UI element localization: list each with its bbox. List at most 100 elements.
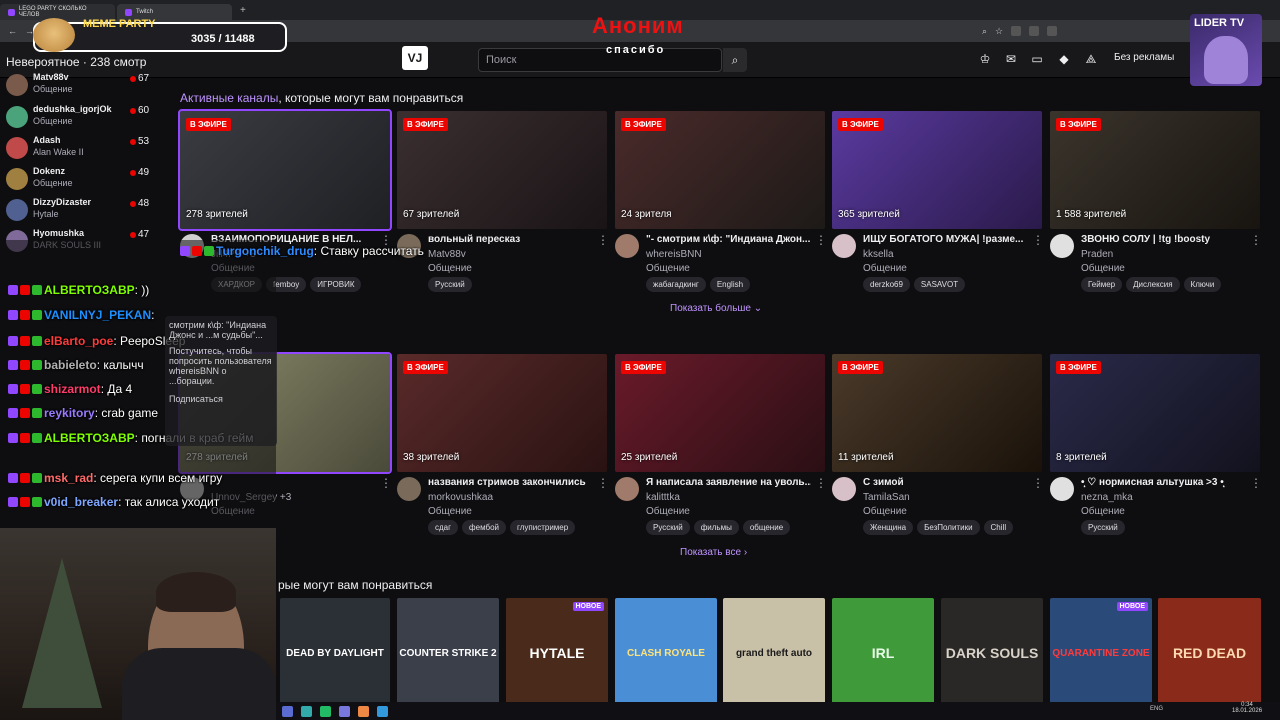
category-name[interactable]: Общение [428, 263, 472, 274]
category-card[interactable]: DARK SOULS [941, 598, 1043, 708]
more-options-icon[interactable]: ⋮ [1250, 476, 1262, 490]
tag-chip[interactable]: Дислексия [1126, 277, 1180, 292]
channel-name[interactable]: kalitttka [646, 492, 680, 503]
tag-chip[interactable]: фильмы [693, 520, 739, 535]
more-options-icon[interactable]: ⋮ [597, 476, 609, 490]
explorer-icon[interactable] [301, 705, 312, 717]
tag-chip[interactable]: фембой [462, 520, 506, 535]
more-options-icon[interactable]: ⋮ [815, 233, 827, 247]
bits-icon[interactable]: ◆ [1057, 52, 1071, 66]
browser-icon[interactable] [358, 705, 369, 717]
turbo-button[interactable]: Без рекламы [1114, 52, 1174, 63]
stream-title[interactable]: вольный пересказ [428, 234, 593, 245]
tag-chip[interactable]: жабагадкинг [646, 277, 706, 292]
stream-card[interactable]: В ЭФИРЕ 25 зрителей Я написала заявление н… [615, 354, 827, 546]
category-name[interactable]: Общение [1081, 506, 1125, 517]
chat-username[interactable]: Turgonchik_drug [216, 244, 314, 258]
avatar[interactable] [615, 477, 639, 501]
chat-username[interactable]: ALBERTOЗАВР [44, 283, 135, 297]
more-options-icon[interactable]: ⋮ [597, 233, 609, 247]
channel-name[interactable]: whereisBNN [646, 249, 702, 260]
category-name[interactable]: Общение [863, 263, 907, 274]
app-icon[interactable] [320, 705, 331, 717]
tag-chip[interactable]: сдаг [428, 520, 459, 535]
chat-username[interactable]: elBarto_poe [44, 334, 113, 348]
channel-name[interactable]: kksella [863, 249, 894, 260]
category-card[interactable]: COUNTER STRIKE 2 [397, 598, 499, 708]
stream-card[interactable]: В ЭФИРЕ 1 588 зрителей ЗВОНЮ СОЛУ | !tg !b… [1050, 111, 1262, 303]
tag-chip[interactable]: Русский [646, 520, 690, 535]
inbox-icon[interactable]: ✉ [1004, 52, 1018, 66]
section-title-link[interactable]: Активные каналы [180, 91, 278, 105]
channel-logo[interactable]: VJ [402, 46, 428, 70]
zoom-icon[interactable]: ⌕ [982, 26, 987, 37]
stream-card[interactable]: В ЭФИРЕ 38 зрителей названия стримов закон… [397, 354, 609, 546]
stream-thumbnail[interactable]: В ЭФИРЕ 24 зрителя [615, 111, 825, 229]
stream-title[interactable]: Я написала заявление на уволь... [646, 477, 811, 488]
tag-chip[interactable]: Женщина [863, 520, 914, 535]
new-tab-icon[interactable]: + [240, 5, 246, 16]
stream-card[interactable]: В ЭФИРЕ 11 зрителей С зимой TamilaSan Общени… [832, 354, 1044, 546]
notification-icon[interactable]: ⟁ [1084, 52, 1098, 66]
tag-chip[interactable]: Русский [428, 277, 472, 292]
tag-chip[interactable]: ИГРОВИК [310, 277, 362, 292]
crown-icon[interactable]: ♔ [978, 52, 992, 66]
stream-title[interactable]: ЗВОНЮ СОЛУ | !tg !boosty [1081, 234, 1246, 245]
category-name[interactable]: Общение [863, 506, 907, 517]
tag-chip[interactable]: SASAVOT [913, 277, 966, 292]
search-icon[interactable]: ⌕ [723, 48, 747, 72]
category-name[interactable]: Общение [1081, 263, 1125, 274]
chat-username[interactable]: v0id_breaker [44, 495, 118, 509]
tag-chip[interactable]: Ключи [1183, 277, 1222, 292]
start-icon[interactable] [282, 705, 293, 717]
stream-title[interactable]: "- смотрим к\ф: "Индиана Джон... [646, 234, 811, 245]
channel-name[interactable]: nezna_mka [1081, 492, 1133, 503]
tag-chip[interactable]: derzko69 [863, 277, 910, 292]
avatar[interactable] [832, 234, 856, 258]
tag-chip[interactable]: БезПолитики [917, 520, 980, 535]
extension-icon[interactable] [1029, 26, 1040, 36]
stream-thumbnail[interactable]: В ЭФИРЕ 1 588 зрителей [1050, 111, 1260, 229]
sidebar-item-channel[interactable]: dedushka_igorjOk Общение 60 [6, 104, 166, 132]
stream-thumbnail[interactable]: В ЭФИРЕ 8 зрителей [1050, 354, 1260, 472]
stream-card[interactable]: В ЭФИРЕ 365 зрителей ИЩУ БОГАТОГО МУЖА| !р… [832, 111, 1044, 303]
sidebar-item-channel[interactable]: Adash Alan Wake II 53 [6, 135, 166, 163]
extension-icon[interactable] [1011, 26, 1022, 36]
more-options-icon[interactable]: ⋮ [1250, 233, 1262, 247]
tag-chip[interactable]: глупистример [510, 520, 576, 535]
more-options-icon[interactable]: ⋮ [1032, 476, 1044, 490]
category-card[interactable]: grand theft auto [723, 598, 825, 708]
category-card[interactable]: QUARANTINE ZONE НОВОЕ [1050, 598, 1152, 708]
tray-lang[interactable]: ENG [1150, 706, 1163, 712]
stream-thumbnail[interactable]: В ЭФИРЕ 25 зрителей [615, 354, 825, 472]
category-name[interactable]: Общение [428, 506, 472, 517]
stream-thumbnail[interactable]: В ЭФИРЕ 278 зрителей [178, 109, 392, 231]
avatar[interactable] [615, 234, 639, 258]
tag-chip[interactable]: English [709, 277, 751, 292]
more-options-icon[interactable]: ⋮ [815, 476, 827, 490]
tag-chip[interactable]: Chill [983, 520, 1014, 535]
stream-title[interactable]: •̩͙ ♡ нормисная альтушка >3 •̩͙ [1081, 477, 1246, 488]
category-card[interactable]: DEAD BY DAYLIGHT [280, 598, 390, 708]
stream-card[interactable]: В ЭФИРЕ 67 зрителей вольный пересказ Matv88… [397, 111, 609, 303]
sidebar-item-channel[interactable]: Dokenz Общение 49 [6, 166, 166, 194]
channel-name[interactable]: morkovushkaa [428, 492, 493, 503]
stream-title[interactable]: названия стримов закончились [428, 477, 593, 488]
channel-name[interactable]: Matv88v [428, 249, 466, 260]
chat-username[interactable]: VANILNYJ_PEKAN [44, 308, 151, 322]
tag-chip[interactable]: Геймер [1081, 277, 1123, 292]
tag-chip[interactable]: общение [742, 520, 791, 535]
stream-card[interactable]: В ЭФИРЕ 8 зрителей •̩͙ ♡ нормисная альтушк… [1050, 354, 1262, 546]
more-options-icon[interactable]: ⋮ [1032, 233, 1044, 247]
category-name[interactable]: Общение [646, 263, 690, 274]
sidebar-item-channel[interactable]: DizzyDizaster Hytale 48 [6, 197, 166, 225]
stream-thumbnail[interactable]: В ЭФИРЕ 67 зрителей [397, 111, 607, 229]
chat-username[interactable]: ALBERTOЗАВР [44, 431, 135, 445]
category-card[interactable]: RED DEAD [1158, 598, 1261, 708]
avatar[interactable] [832, 477, 856, 501]
category-name[interactable]: Общение [646, 506, 690, 517]
channel-name[interactable]: TamilaSan [863, 492, 910, 503]
avatar[interactable] [1050, 234, 1074, 258]
chat-username[interactable]: babieleto [44, 358, 97, 372]
chat-username[interactable]: msk_rad [44, 471, 93, 485]
